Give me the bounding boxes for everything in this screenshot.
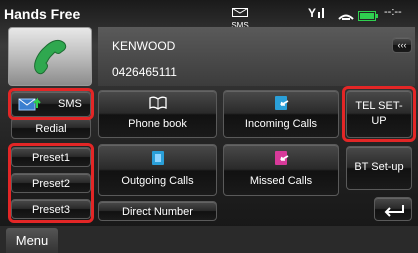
bt-setup-button[interactable]: BT Set-up — [346, 146, 412, 190]
redial-button[interactable]: Redial — [11, 117, 91, 139]
envelope-icon — [232, 8, 248, 17]
device-info-panel: KENWOOD 0426465111 — [98, 27, 415, 86]
clock: --:-- — [384, 6, 402, 18]
direct-number-label: Direct Number — [122, 206, 193, 218]
page-title: Hands Free — [4, 6, 81, 22]
open-book-icon — [149, 96, 167, 110]
menu-bar — [0, 226, 418, 253]
missed-calls-icon — [275, 151, 289, 165]
incoming-calls-label: Incoming Calls — [244, 118, 318, 130]
connection-icon — [338, 8, 354, 20]
presets-highlight-frame — [8, 143, 94, 223]
device-name: KENWOOD — [112, 39, 176, 53]
back-button[interactable] — [374, 197, 412, 221]
incoming-calls-icon — [275, 96, 289, 110]
device-number: 0426465111 — [112, 65, 177, 79]
direct-number-button[interactable]: Direct Number — [98, 201, 217, 221]
outgoing-calls-label: Outgoing Calls — [121, 175, 194, 187]
incoming-calls-button[interactable]: Incoming Calls — [223, 90, 339, 138]
hands-free-screen: Hands Free SMS Y --:-- KENWOOD 042646511… — [0, 0, 418, 253]
sms-highlight-frame — [8, 88, 94, 120]
bt-setup-label: BT Set-up — [354, 161, 404, 173]
missed-calls-label: Missed Calls — [249, 175, 313, 187]
phone-book-label: Phone book — [128, 118, 187, 130]
svg-text:Y: Y — [308, 6, 316, 19]
scroll-up-button[interactable]: ‹‹‹ — [392, 37, 412, 53]
call-button[interactable] — [8, 27, 92, 86]
signal-strength-icon: Y — [308, 5, 328, 20]
tel-setup-highlight-frame — [342, 86, 416, 142]
phone-handset-icon — [34, 39, 67, 75]
phone-book-button[interactable]: Phone book — [98, 90, 217, 138]
outgoing-calls-icon — [152, 151, 164, 165]
missed-calls-button[interactable]: Missed Calls — [223, 144, 339, 196]
triple-chevron-icon: ‹‹‹ — [397, 40, 407, 50]
menu-tab[interactable]: Menu — [6, 228, 58, 253]
sms-indicator: SMS — [230, 4, 250, 30]
battery-icon — [358, 8, 378, 21]
redial-button-label: Redial — [35, 123, 67, 135]
return-arrow-icon — [384, 205, 404, 217]
outgoing-calls-button[interactable]: Outgoing Calls — [98, 144, 217, 196]
